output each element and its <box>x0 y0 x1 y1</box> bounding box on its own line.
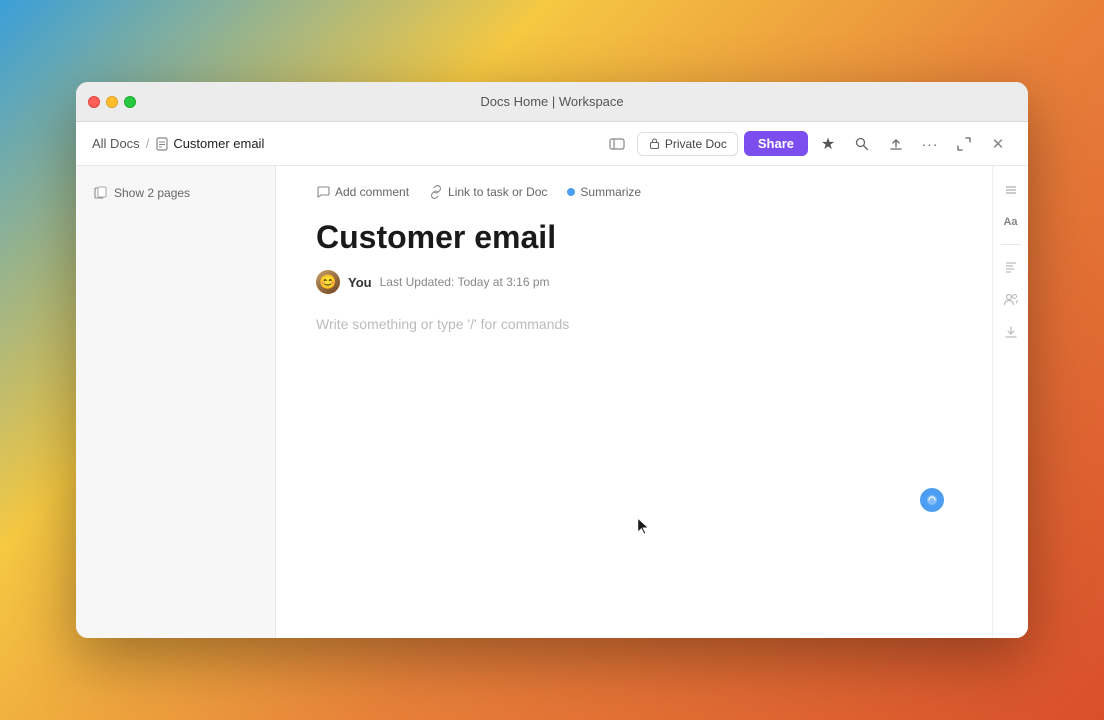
right-sidebar-separator <box>1001 244 1021 245</box>
sidebar: Show 2 pages <box>76 166 276 638</box>
close-traffic-light[interactable] <box>88 96 100 108</box>
doc-last-updated: Last Updated: Today at 3:16 pm <box>380 275 550 289</box>
download-button[interactable] <box>997 317 1025 345</box>
link-to-task-label: Link to task or Doc <box>448 185 547 199</box>
fullscreen-icon <box>956 136 972 152</box>
doc-content: Add comment Link to task or Doc Summariz… <box>276 166 992 638</box>
breadcrumb: All Docs / Customer email <box>92 136 597 151</box>
private-doc-label: Private Doc <box>665 137 727 151</box>
download-icon <box>1003 323 1019 339</box>
add-comment-button[interactable]: Add comment <box>316 182 409 202</box>
fullscreen-button[interactable] <box>950 130 978 158</box>
share-button[interactable]: Share <box>744 131 808 156</box>
star-button[interactable]: ★ <box>814 130 842 158</box>
right-panel-toggle-button[interactable] <box>997 176 1025 204</box>
traffic-lights <box>88 96 136 108</box>
doc-placeholder[interactable]: Write something or type '/' for commands <box>316 314 952 332</box>
typography-icon: Aa <box>1003 216 1017 228</box>
panel-toggle-icon <box>1003 182 1019 198</box>
close-icon: ✕ <box>992 135 1005 153</box>
more-button[interactable]: ··· <box>916 130 944 158</box>
show-pages-label: Show 2 pages <box>114 186 190 200</box>
titlebar: Docs Home | Workspace <box>76 82 1028 122</box>
pages-icon <box>94 186 108 200</box>
doc-icon <box>155 137 169 151</box>
export-icon <box>888 136 904 152</box>
toc-icon <box>1003 259 1019 275</box>
breadcrumb-all-docs[interactable]: All Docs <box>92 136 140 151</box>
link-icon <box>429 185 443 199</box>
collaborators-button[interactable] <box>997 285 1025 313</box>
lock-icon <box>648 137 661 150</box>
maximize-traffic-light[interactable] <box>124 96 136 108</box>
show-pages-button[interactable]: Show 2 pages <box>88 182 196 204</box>
search-icon <box>854 136 870 152</box>
titlebar-title: Docs Home | Workspace <box>480 94 623 109</box>
more-icon: ··· <box>922 136 939 152</box>
doc-title: Customer email <box>316 218 952 256</box>
summarize-dot-icon <box>567 188 575 196</box>
ai-icon <box>925 493 939 507</box>
avatar-image <box>316 270 340 294</box>
link-to-task-button[interactable]: Link to task or Doc <box>429 182 547 202</box>
toolbar-toggle-button[interactable] <box>603 130 631 158</box>
close-window-button[interactable]: ✕ <box>984 130 1012 158</box>
collaborators-icon <box>1003 291 1019 307</box>
doc-meta: You Last Updated: Today at 3:16 pm <box>316 270 952 294</box>
summarize-label: Summarize <box>580 185 641 199</box>
avatar <box>316 270 340 294</box>
private-doc-button[interactable]: Private Doc <box>637 132 738 156</box>
breadcrumb-separator: / <box>146 136 150 151</box>
typography-button[interactable]: Aa <box>997 208 1025 236</box>
toc-button[interactable] <box>997 253 1025 281</box>
doc-body[interactable]: Customer email You Last Updated: Today a… <box>276 210 992 638</box>
app-window: Docs Home | Workspace All Docs / Custome… <box>76 82 1028 638</box>
toggle-icon <box>609 136 625 152</box>
main-area: Show 2 pages Add comment Link to <box>76 166 1028 638</box>
toolbar: All Docs / Customer email <box>76 122 1028 166</box>
doc-actions-bar: Add comment Link to task or Doc Summariz… <box>276 166 992 210</box>
export-button[interactable] <box>882 130 910 158</box>
breadcrumb-current-doc: Customer email <box>155 136 264 151</box>
summarize-button[interactable]: Summarize <box>567 182 641 202</box>
minimize-traffic-light[interactable] <box>106 96 118 108</box>
search-button[interactable] <box>848 130 876 158</box>
comment-icon <box>316 185 330 199</box>
doc-author: You <box>348 275 372 290</box>
current-doc-label: Customer email <box>173 136 264 151</box>
ai-circle-button[interactable] <box>920 488 944 512</box>
right-sidebar: Aa <box>992 166 1028 638</box>
toolbar-right: Private Doc Share ★ ··· <box>603 130 1012 158</box>
star-icon: ★ <box>821 134 835 154</box>
add-comment-label: Add comment <box>335 185 409 199</box>
